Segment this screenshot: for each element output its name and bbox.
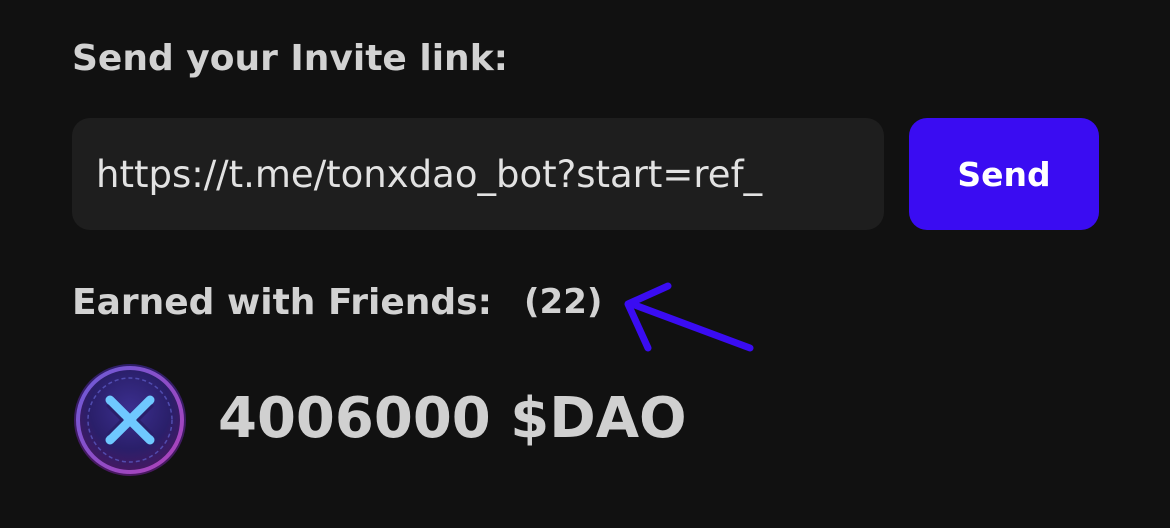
invite-link-heading: Send your Invite link: bbox=[72, 38, 509, 79]
invite-link-row: Send bbox=[72, 118, 1099, 230]
tonxdao-logo-icon bbox=[74, 364, 186, 476]
friends-count: (22) bbox=[524, 282, 603, 322]
earned-with-friends-heading: Earned with Friends: bbox=[72, 282, 492, 323]
arrow-annotation-icon bbox=[624, 282, 754, 352]
dao-balance-value: 4006000 $DAO bbox=[218, 386, 687, 451]
invite-link-field[interactable] bbox=[72, 118, 884, 230]
send-button[interactable]: Send bbox=[909, 118, 1099, 230]
